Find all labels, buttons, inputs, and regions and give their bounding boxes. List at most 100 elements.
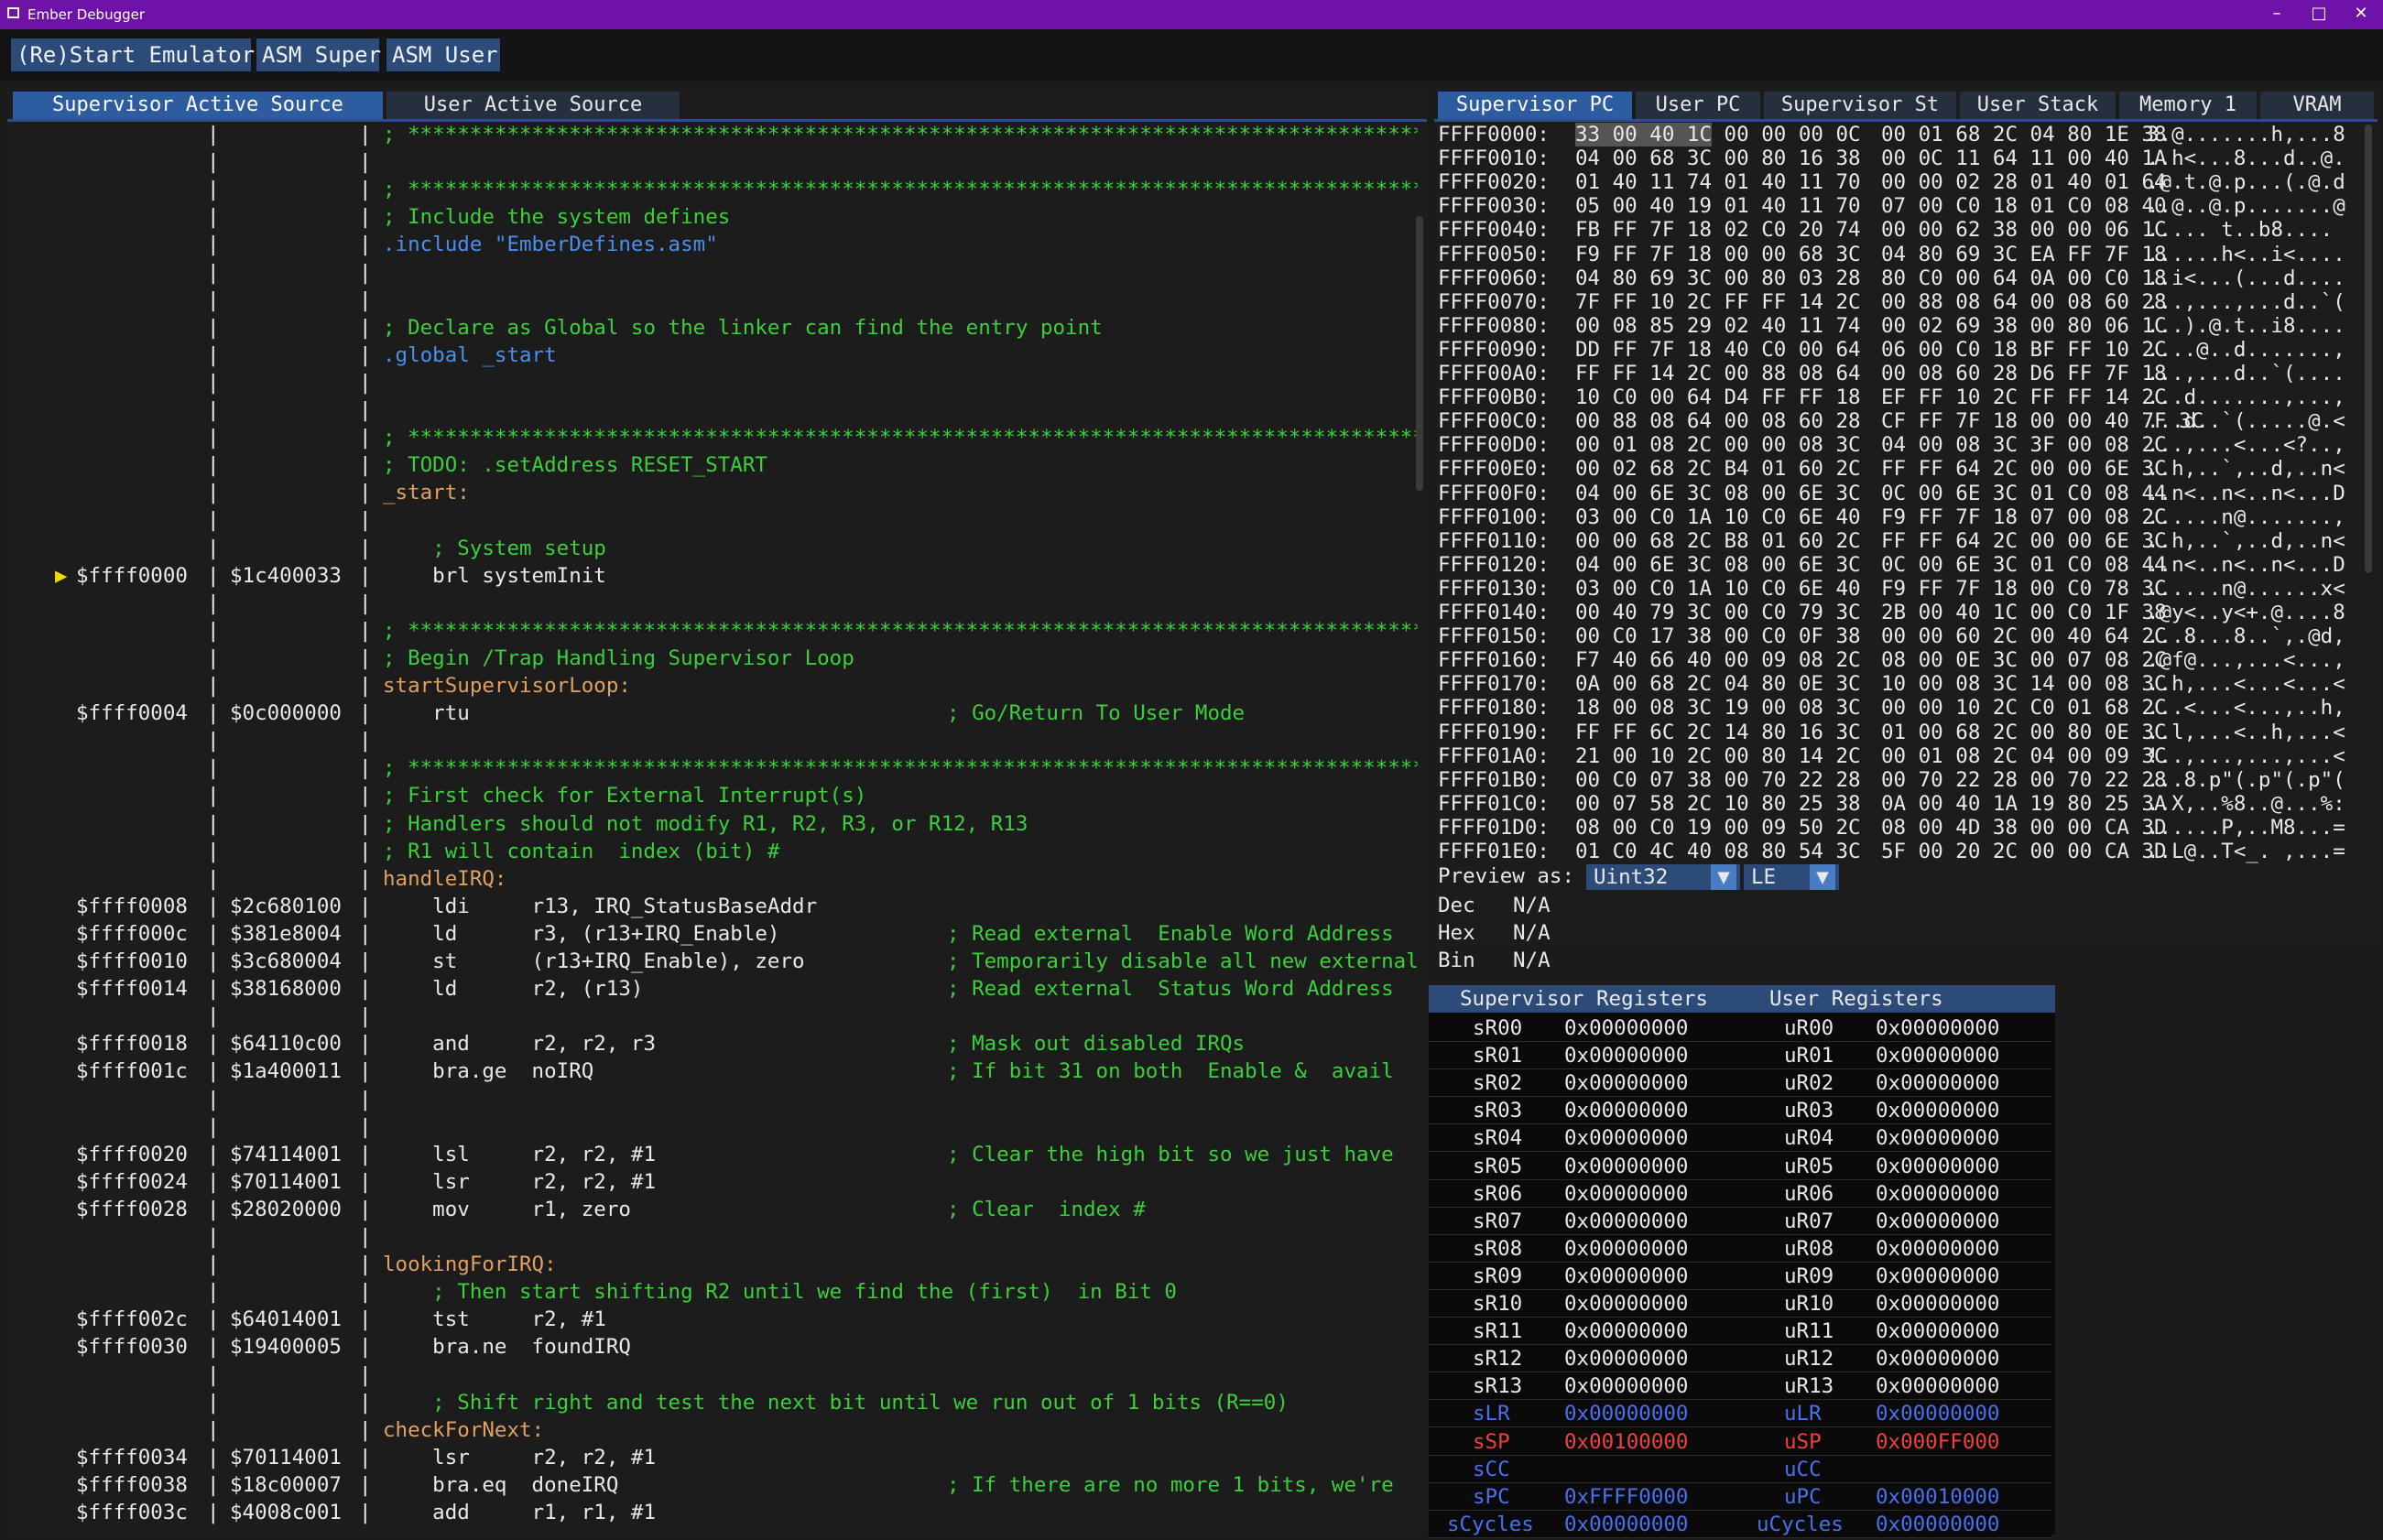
source-line[interactable]: | | [7, 1086, 1418, 1113]
source-line[interactable]: | | ; Then start shifting R2 until we fin… [7, 1278, 1418, 1306]
source-line[interactable]: | | [7, 1113, 1418, 1141]
source-line[interactable]: | | [7, 590, 1418, 617]
memory-bytes-low[interactable]: 01 C0 4C 40 08 80 54 3C [1575, 838, 1861, 865]
source-line[interactable]: | | ; Handlers should not modify R1, R2, R… [7, 810, 1418, 838]
source-line[interactable]: $ffff001c | $1a400011 | bra.ge noIRQ ; If bi… [7, 1057, 1418, 1085]
source-line[interactable]: | | lookingForIRQ: [7, 1251, 1418, 1278]
preview-type-dropdown[interactable]: Uint32 ▼ [1586, 864, 1740, 890]
source-line[interactable]: $ffff0010 | $3c680004 | st (r13+IRQ_Enable)… [7, 948, 1418, 975]
source-line[interactable]: | | .include "EmberDefines.asm" [7, 231, 1418, 258]
source-line[interactable]: | | ; ************************************… [7, 754, 1418, 782]
user-register-value[interactable]: 0x00010000 [1876, 1483, 1999, 1511]
supervisor-register-value[interactable]: 0x00000000 [1564, 1180, 1688, 1208]
source-line[interactable]: | | ; ************************************… [7, 121, 1418, 148]
supervisor-register-value[interactable]: 0x00100000 [1564, 1428, 1688, 1456]
source-line[interactable]: $ffff0024 | $70114001 | lsr r2, r2, #1 [7, 1168, 1418, 1196]
user-register-value[interactable]: 0x00000000 [1876, 1042, 1999, 1069]
user-register-value[interactable]: 0x00000000 [1876, 1097, 1999, 1124]
user-register-value[interactable]: 0x00000000 [1876, 1263, 1999, 1290]
user-register-value[interactable]: 0x00000000 [1876, 1400, 1999, 1427]
source-line[interactable]: | | [7, 1223, 1418, 1251]
supervisor-register-value[interactable]: 0x00000000 [1564, 1400, 1688, 1427]
source-line[interactable]: | | ; Declare as Global so the linker can … [7, 314, 1418, 342]
user-register-value[interactable]: 0x00000000 [1876, 1235, 1999, 1263]
source-line[interactable]: | | ; ************************************… [7, 617, 1418, 645]
tab-user-stack[interactable]: User Stack [1960, 92, 2116, 119]
user-register-value[interactable]: 0x00000000 [1876, 1511, 1999, 1538]
tab-user-active-source[interactable]: User Active Source [386, 92, 680, 119]
source-line[interactable]: | | checkForNext: [7, 1416, 1418, 1444]
supervisor-register-value[interactable]: 0x00000000 [1564, 1097, 1688, 1124]
asm-super-button[interactable]: ASM Super [256, 38, 381, 71]
supervisor-register-value[interactable]: 0x00000000 [1564, 1208, 1688, 1235]
source-line[interactable]: | | ; Include the system defines [7, 203, 1418, 231]
supervisor-register-value[interactable]: 0x00000000 [1564, 1290, 1688, 1318]
tab-supervisor-pc[interactable]: Supervisor PC [1438, 92, 1632, 119]
source-line[interactable]: $ffff002c | $64014001 | tst r2, #1 [7, 1306, 1418, 1333]
source-line[interactable]: | | [7, 369, 1418, 396]
restart-emulator-button[interactable]: (Re)Start Emulator [11, 38, 255, 71]
source-line[interactable]: $ffff0004 | $0c000000 | rtu ; Go/Return To U… [7, 700, 1418, 727]
source-line[interactable]: $ffff0038 | $18c00007 | bra.eq doneIRQ ; If … [7, 1471, 1418, 1499]
supervisor-register-value[interactable]: 0x00000000 [1564, 1042, 1688, 1069]
source-line[interactable]: | | ; ************************************… [7, 176, 1418, 203]
source-line[interactable]: | | handleIRQ: [7, 865, 1418, 893]
source-line[interactable]: | | [7, 1361, 1418, 1389]
tab-supervisor-stack[interactable]: Supervisor St [1764, 92, 1956, 119]
source-line[interactable]: | | .global _start [7, 342, 1418, 369]
source-line[interactable]: $ffff0034 | $70114001 | lsr r2, r2, #1 [7, 1444, 1418, 1471]
source-line[interactable]: $ffff0018 | $64110c00 | and r2, r2, r3 ; Mas… [7, 1030, 1418, 1057]
source-line[interactable]: | | startSupervisorLoop: [7, 672, 1418, 700]
supervisor-register-value[interactable]: 0x00000000 [1564, 1263, 1688, 1290]
user-register-value[interactable]: 0x00000000 [1876, 1014, 1999, 1042]
tab-supervisor-active-source[interactable]: Supervisor Active Source [13, 92, 383, 119]
user-register-value[interactable]: 0x00000000 [1876, 1124, 1999, 1152]
source-line[interactable]: ▶ $ffff0000 | $1c400033 | brl systemInit [7, 562, 1418, 590]
source-line[interactable]: | | [7, 259, 1418, 287]
source-line[interactable]: | | [7, 506, 1418, 534]
tab-vram[interactable]: VRAM [2260, 92, 2374, 119]
source-line[interactable]: $ffff003c | $4008c001 | add r1, r1, #1 [7, 1499, 1418, 1526]
selected-bytes[interactable]: 33 00 40 1C [1575, 123, 1713, 146]
user-register-value[interactable]: 0x000FF000 [1876, 1428, 1999, 1456]
source-line[interactable]: $ffff0008 | $2c680100 | ldi r13, IRQ_Status… [7, 893, 1418, 920]
memory-scrollbar[interactable] [2365, 125, 2372, 573]
supervisor-register-value[interactable]: 0x00000000 [1564, 1235, 1688, 1263]
source-line[interactable]: | | ; Shift right and test the next bit u… [7, 1389, 1418, 1416]
user-register-value[interactable]: 0x00000000 [1876, 1069, 1999, 1097]
source-line[interactable]: | | _start: [7, 479, 1418, 506]
supervisor-register-value[interactable]: 0x00000000 [1564, 1345, 1688, 1372]
asm-user-button[interactable]: ASM User [386, 38, 500, 71]
supervisor-register-value[interactable]: 0x00000000 [1564, 1153, 1688, 1180]
supervisor-register-value[interactable]: 0x00000000 [1564, 1318, 1688, 1345]
tab-user-pc[interactable]: User PC [1636, 92, 1760, 119]
source-line[interactable]: $ffff0030 | $19400005 | bra.ne foundIRQ [7, 1333, 1418, 1361]
source-line[interactable]: $ffff000c | $381e8004 | ld r3, (r13+IRQ_Ena… [7, 920, 1418, 948]
source-line[interactable]: $ffff0014 | $38168000 | ld r2, (r13) ; Read … [7, 975, 1418, 1003]
source-line[interactable]: | | [7, 396, 1418, 424]
supervisor-register-value[interactable]: 0x00000000 [1564, 1511, 1688, 1538]
user-register-value[interactable]: 0x00000000 [1876, 1345, 1999, 1372]
tab-memory-1[interactable]: Memory 1 [2119, 92, 2257, 119]
source-line[interactable]: | | [7, 1003, 1418, 1030]
source-line[interactable]: | | ; Begin /Trap Handling Supervisor Loop [7, 645, 1418, 672]
user-register-value[interactable]: 0x00000000 [1876, 1318, 1999, 1345]
hex-view[interactable]: FFFF0000: 33 00 40 1C 00 00 00 0C 00 01 68… [1434, 121, 2378, 949]
supervisor-register-value[interactable]: 0x00000000 [1564, 1124, 1688, 1152]
source-line[interactable]: | | ; First check for External Interrupt(s… [7, 782, 1418, 809]
source-line[interactable]: | | ; System setup [7, 535, 1418, 562]
preview-endian-dropdown[interactable]: LE ▼ [1744, 864, 1839, 890]
user-register-value[interactable]: 0x00000000 [1876, 1372, 1999, 1400]
source-line[interactable]: | | ; ************************************… [7, 424, 1418, 451]
close-button[interactable]: ✕ [2341, 0, 2381, 29]
maximize-button[interactable]: □ [2299, 0, 2339, 29]
source-line[interactable]: | | ; TODO: .setAddress RESET_START [7, 451, 1418, 479]
source-listing[interactable]: | |; ************************************… [7, 121, 1418, 1531]
source-line[interactable]: $ffff0020 | $74114001 | lsl r2, r2, #1 ; Cle… [7, 1141, 1418, 1168]
source-scrollbar[interactable] [1416, 216, 1423, 491]
source-line[interactable]: | | ; R1 will contain index (bit) # [7, 838, 1418, 865]
source-line[interactable]: $ffff0028 | $28020000 | mov r1, zero ; Clear… [7, 1196, 1418, 1223]
minimize-button[interactable]: – [2257, 0, 2297, 29]
user-register-value[interactable]: 0x00000000 [1876, 1180, 1999, 1208]
user-register-value[interactable]: 0x00000000 [1876, 1208, 1999, 1235]
